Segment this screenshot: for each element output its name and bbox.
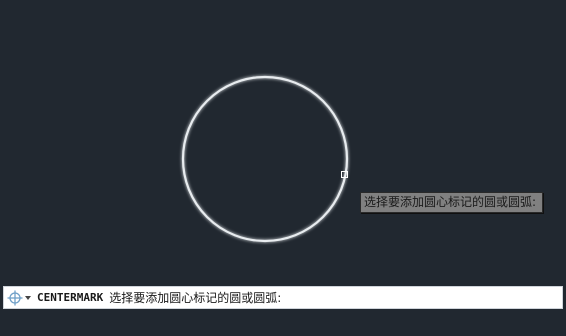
command-prompt-text: 选择要添加圆心标记的圆或圆弧:	[109, 291, 282, 305]
circle-object[interactable]	[181, 75, 349, 243]
bottom-strip	[0, 309, 566, 336]
drawing-area[interactable]	[0, 0, 566, 284]
command-history-button[interactable]	[4, 287, 35, 308]
command-line[interactable]: CENTERMARK 选择要添加圆心标记的圆或圆弧:	[3, 286, 563, 309]
chevron-down-icon	[25, 295, 31, 300]
command-crosshair-icon	[7, 290, 23, 305]
active-command-name: CENTERMARK	[37, 291, 104, 304]
prompt-tooltip: 选择要添加圆心标记的圆或圆弧:	[360, 192, 544, 213]
drawing-canvas[interactable]: 选择要添加圆心标记的圆或圆弧:	[0, 0, 566, 284]
